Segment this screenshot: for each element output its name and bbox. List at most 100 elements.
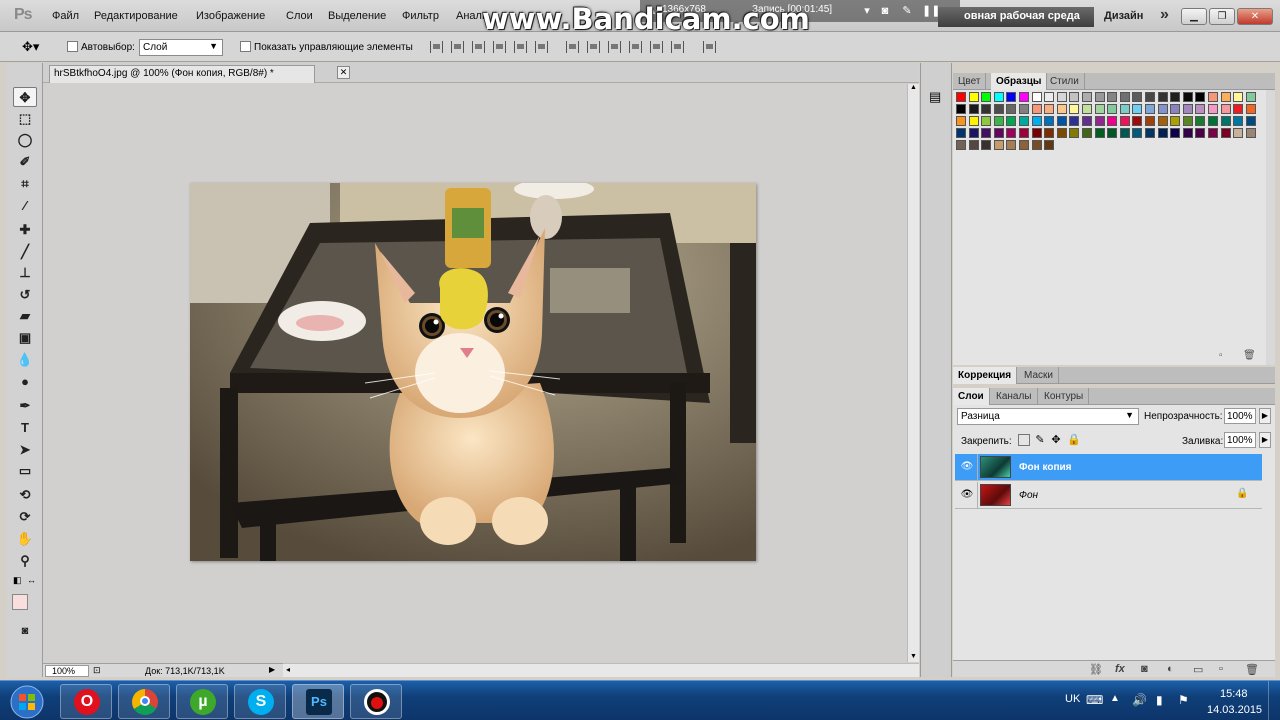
clock-date[interactable]: 14.03.2015 xyxy=(1207,704,1262,716)
color-swatch[interactable] xyxy=(968,116,979,126)
color-swatch[interactable] xyxy=(1107,92,1118,102)
color-swatch[interactable] xyxy=(1082,128,1092,138)
color-swatch[interactable] xyxy=(1195,116,1206,126)
color-swatch[interactable] xyxy=(968,104,979,114)
color-swatch[interactable] xyxy=(1119,116,1130,126)
color-swatch[interactable] xyxy=(1208,128,1218,138)
distribute-top-icon[interactable] xyxy=(566,41,579,53)
color-swatch[interactable] xyxy=(1019,104,1029,114)
color-swatch[interactable] xyxy=(1094,128,1105,138)
menu-layers[interactable]: Слои xyxy=(286,10,313,22)
swap-colors-icon[interactable]: ↔ xyxy=(27,575,36,585)
eyedropper-tool-icon[interactable]: ⁄ xyxy=(13,196,37,216)
color-swatch[interactable] xyxy=(1157,128,1168,138)
recorder-menu-icon[interactable]: ▾ xyxy=(860,4,874,18)
lock-pixels-icon[interactable]: ✎ xyxy=(1034,434,1046,446)
hand-tool-icon[interactable]: ✋ xyxy=(13,529,37,549)
color-swatch[interactable] xyxy=(1208,104,1218,114)
color-swatch[interactable] xyxy=(1157,116,1168,126)
color-swatch[interactable] xyxy=(956,104,966,114)
align-right-icon[interactable] xyxy=(535,41,548,53)
network-icon[interactable]: ▮ xyxy=(1156,693,1163,707)
restore-icon[interactable]: ❐ xyxy=(1209,8,1235,25)
color-swatch[interactable] xyxy=(1069,128,1080,138)
layer-name[interactable]: Фон xyxy=(1019,490,1038,501)
color-swatch[interactable] xyxy=(968,140,979,150)
show-desktop-button[interactable] xyxy=(1268,681,1280,720)
color-swatch[interactable] xyxy=(993,116,1004,126)
color-swatch[interactable] xyxy=(1245,128,1256,138)
color-swatch[interactable] xyxy=(1044,92,1055,102)
color-swatch[interactable] xyxy=(981,92,992,102)
pen-tool-icon[interactable]: ✒ xyxy=(13,396,37,416)
new-layer-icon[interactable]: ▫ xyxy=(1219,663,1223,675)
color-swatch[interactable] xyxy=(1031,140,1042,150)
color-swatch[interactable] xyxy=(981,104,992,114)
fill-arrow-icon[interactable]: ▶ xyxy=(1259,432,1271,448)
layer-style-icon[interactable]: fx xyxy=(1115,663,1125,675)
taskbar-opera[interactable]: O xyxy=(60,684,112,719)
color-swatch[interactable] xyxy=(1233,128,1244,138)
color-swatch[interactable] xyxy=(1056,116,1067,126)
adjustment-layer-icon[interactable]: ◐ xyxy=(1167,663,1174,675)
gradient-tool-icon[interactable]: ▣ xyxy=(13,328,37,348)
add-mask-icon[interactable]: ◙ xyxy=(1141,663,1148,675)
align-left-icon[interactable] xyxy=(493,41,506,53)
color-swatch[interactable] xyxy=(1094,92,1105,102)
color-swatch[interactable] xyxy=(1145,92,1155,102)
color-swatch[interactable] xyxy=(1069,92,1080,102)
brush-tool-icon[interactable]: ╱ xyxy=(13,242,37,262)
type-tool-icon[interactable]: T xyxy=(13,418,37,438)
color-swatch[interactable] xyxy=(1208,116,1218,126)
color-swatch[interactable] xyxy=(1119,104,1130,114)
status-info-icon[interactable]: ⊡ xyxy=(93,665,101,676)
color-swatch[interactable] xyxy=(1220,92,1231,102)
path-selection-tool-icon[interactable]: ➤ xyxy=(13,440,37,460)
volume-icon[interactable]: 🔊 xyxy=(1132,693,1147,707)
taskbar-utorrent[interactable]: µ xyxy=(176,684,228,719)
auto-align-icon[interactable] xyxy=(703,41,716,53)
color-swatch[interactable] xyxy=(1245,92,1256,102)
menu-file[interactable]: Файл xyxy=(52,10,79,22)
opacity-arrow-icon[interactable]: ▶ xyxy=(1259,408,1271,424)
3d-orbit-tool-icon[interactable]: ⟳ xyxy=(13,507,37,527)
align-hcenter-icon[interactable] xyxy=(514,41,527,53)
color-swatch[interactable] xyxy=(1233,92,1244,102)
color-swatch[interactable] xyxy=(993,104,1004,114)
color-swatch[interactable] xyxy=(1220,128,1231,138)
color-swatch[interactable] xyxy=(1107,104,1118,114)
color-swatch[interactable] xyxy=(1170,116,1181,126)
align-vcenter-icon[interactable] xyxy=(451,41,464,53)
scroll-left-icon[interactable]: ◂ xyxy=(286,665,290,674)
color-swatch[interactable] xyxy=(1145,128,1155,138)
menu-image[interactable]: Изображение xyxy=(196,10,265,22)
color-swatch[interactable] xyxy=(1195,128,1206,138)
color-swatch[interactable] xyxy=(993,92,1004,102)
color-swatch[interactable] xyxy=(1132,92,1143,102)
quick-mask-icon[interactable]: ◙ xyxy=(13,621,37,641)
swatches-scrollbar[interactable] xyxy=(1266,90,1275,365)
color-swatch[interactable] xyxy=(1031,116,1042,126)
blur-tool-icon[interactable]: 💧 xyxy=(13,350,37,370)
color-swatch[interactable] xyxy=(993,140,1004,150)
default-colors-icon[interactable]: ◧ xyxy=(13,575,22,586)
eye-icon[interactable]: 👁 xyxy=(959,461,975,473)
camera-icon[interactable]: ◙ xyxy=(878,4,892,18)
color-swatch[interactable] xyxy=(1031,128,1042,138)
color-swatch[interactable] xyxy=(1182,128,1193,138)
show-controls-checkbox[interactable] xyxy=(240,41,251,52)
marquee-tool-icon[interactable]: ⬚ xyxy=(13,109,37,129)
foreground-color-swatch[interactable] xyxy=(12,594,28,610)
delete-swatch-icon[interactable]: 🗑 xyxy=(1243,350,1256,361)
color-swatch[interactable] xyxy=(1006,128,1017,138)
color-swatch[interactable] xyxy=(1082,104,1092,114)
color-swatch[interactable] xyxy=(1082,92,1092,102)
color-swatch[interactable] xyxy=(1245,116,1256,126)
color-swatch[interactable] xyxy=(1182,92,1193,102)
tab-adjustments[interactable]: Коррекция xyxy=(953,367,1018,384)
close-icon[interactable]: ✕ xyxy=(1237,8,1273,25)
more-workspaces-icon[interactable]: » xyxy=(1160,6,1169,24)
taskbar-skype[interactable]: S xyxy=(234,684,286,719)
color-swatch[interactable] xyxy=(1082,116,1092,126)
tab-masks[interactable]: Маски xyxy=(1019,367,1059,384)
